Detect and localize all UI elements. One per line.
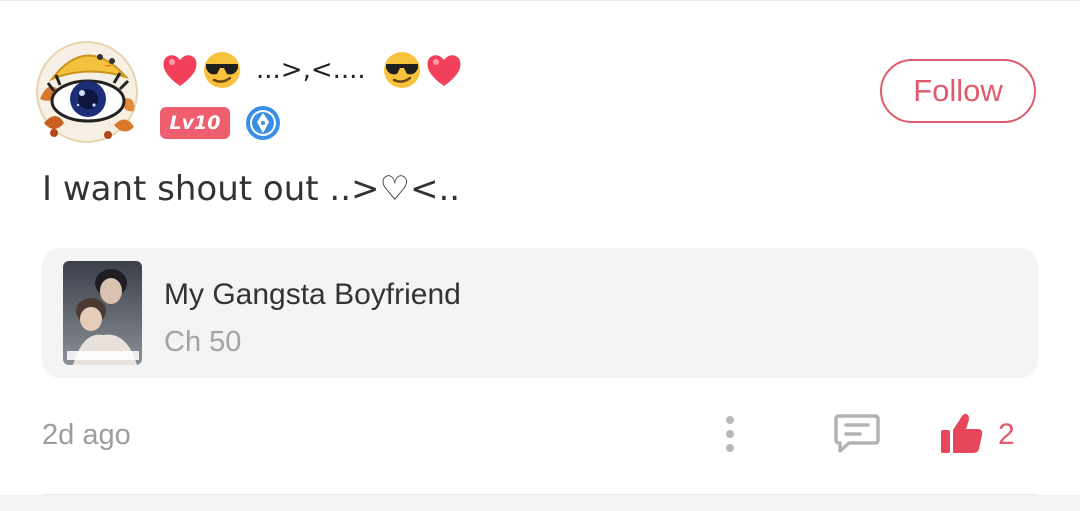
thumbs-up-icon[interactable]	[938, 410, 984, 456]
divider	[42, 494, 1038, 495]
book-chapter: Ch 50	[164, 326, 242, 358]
sunglasses-face-icon	[204, 52, 240, 88]
sunglasses-face-icon	[383, 52, 420, 88]
post-time: 2d ago	[42, 419, 131, 451]
follow-button[interactable]: Follow	[880, 59, 1036, 123]
username-text: ...>,<....	[256, 55, 366, 85]
book-cover-image[interactable]	[63, 261, 142, 365]
heart-icon	[163, 55, 197, 86]
pen-nib-badge-icon	[246, 106, 280, 140]
book-title: My Gangsta Boyfriend	[164, 278, 461, 311]
heart-icon	[427, 55, 461, 86]
book-card[interactable]: My Gangsta Boyfriend Ch 50	[42, 248, 1038, 378]
post-content: I want shout out ..>♡<..	[42, 169, 461, 209]
like-count: 2	[998, 418, 1015, 451]
more-vertical-icon[interactable]	[718, 413, 742, 455]
avatar[interactable]	[34, 39, 140, 145]
user-badges: Lv10	[160, 105, 281, 141]
username[interactable]: ...>,<....	[160, 45, 466, 95]
comment-icon[interactable]	[833, 412, 881, 454]
level-badge: Lv10	[160, 107, 230, 139]
post-card: ...>,<.... Lv10 Follow I want shout out …	[0, 0, 1080, 495]
